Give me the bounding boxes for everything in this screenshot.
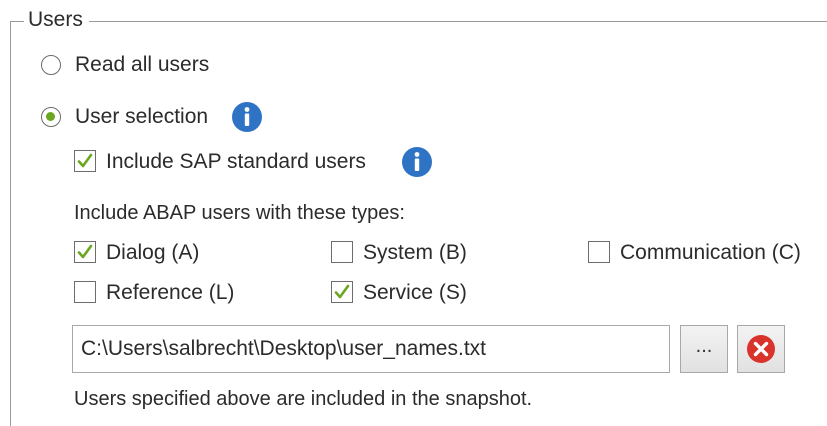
clear-path-button[interactable]: [737, 325, 785, 373]
checkmark-icon: [334, 284, 350, 299]
include-standard-users-checkbox[interactable]: [74, 150, 96, 172]
users-settings-panel: Users Read all users User selection Incl…: [0, 0, 827, 426]
clear-x-icon: [747, 335, 775, 363]
system-type-label[interactable]: System (B): [363, 239, 467, 267]
read-all-users-radio[interactable]: [41, 55, 61, 75]
user-selection-label[interactable]: User selection: [75, 103, 208, 131]
info-icon[interactable]: [401, 146, 433, 178]
reference-type-label[interactable]: Reference (L): [106, 279, 234, 307]
communication-type-checkbox[interactable]: [588, 241, 610, 263]
checkmark-icon: [77, 153, 93, 168]
system-type-checkbox[interactable]: [331, 241, 353, 263]
user-file-path-input[interactable]: C:\Users\salbrecht\Desktop\user_names.tx…: [72, 325, 670, 373]
read-all-users-label[interactable]: Read all users: [75, 51, 209, 79]
dialog-type-checkbox[interactable]: [74, 241, 96, 263]
include-standard-users-label[interactable]: Include SAP standard users: [106, 148, 366, 176]
group-border-left: [10, 21, 11, 426]
group-title: Users: [24, 6, 89, 34]
info-icon[interactable]: [231, 101, 263, 133]
browse-button[interactable]: ...: [680, 325, 728, 373]
abap-types-heading: Include ABAP users with these types:: [74, 202, 405, 224]
dialog-type-label[interactable]: Dialog (A): [106, 239, 199, 267]
communication-type-label[interactable]: Communication (C): [620, 239, 801, 267]
checkmark-icon: [77, 244, 93, 259]
service-type-label[interactable]: Service (S): [363, 279, 467, 307]
user-selection-radio[interactable]: [41, 107, 61, 127]
snapshot-note: Users specified above are included in th…: [74, 388, 533, 410]
group-border-top: [10, 21, 827, 22]
service-type-checkbox[interactable]: [331, 281, 353, 303]
reference-type-checkbox[interactable]: [74, 281, 96, 303]
